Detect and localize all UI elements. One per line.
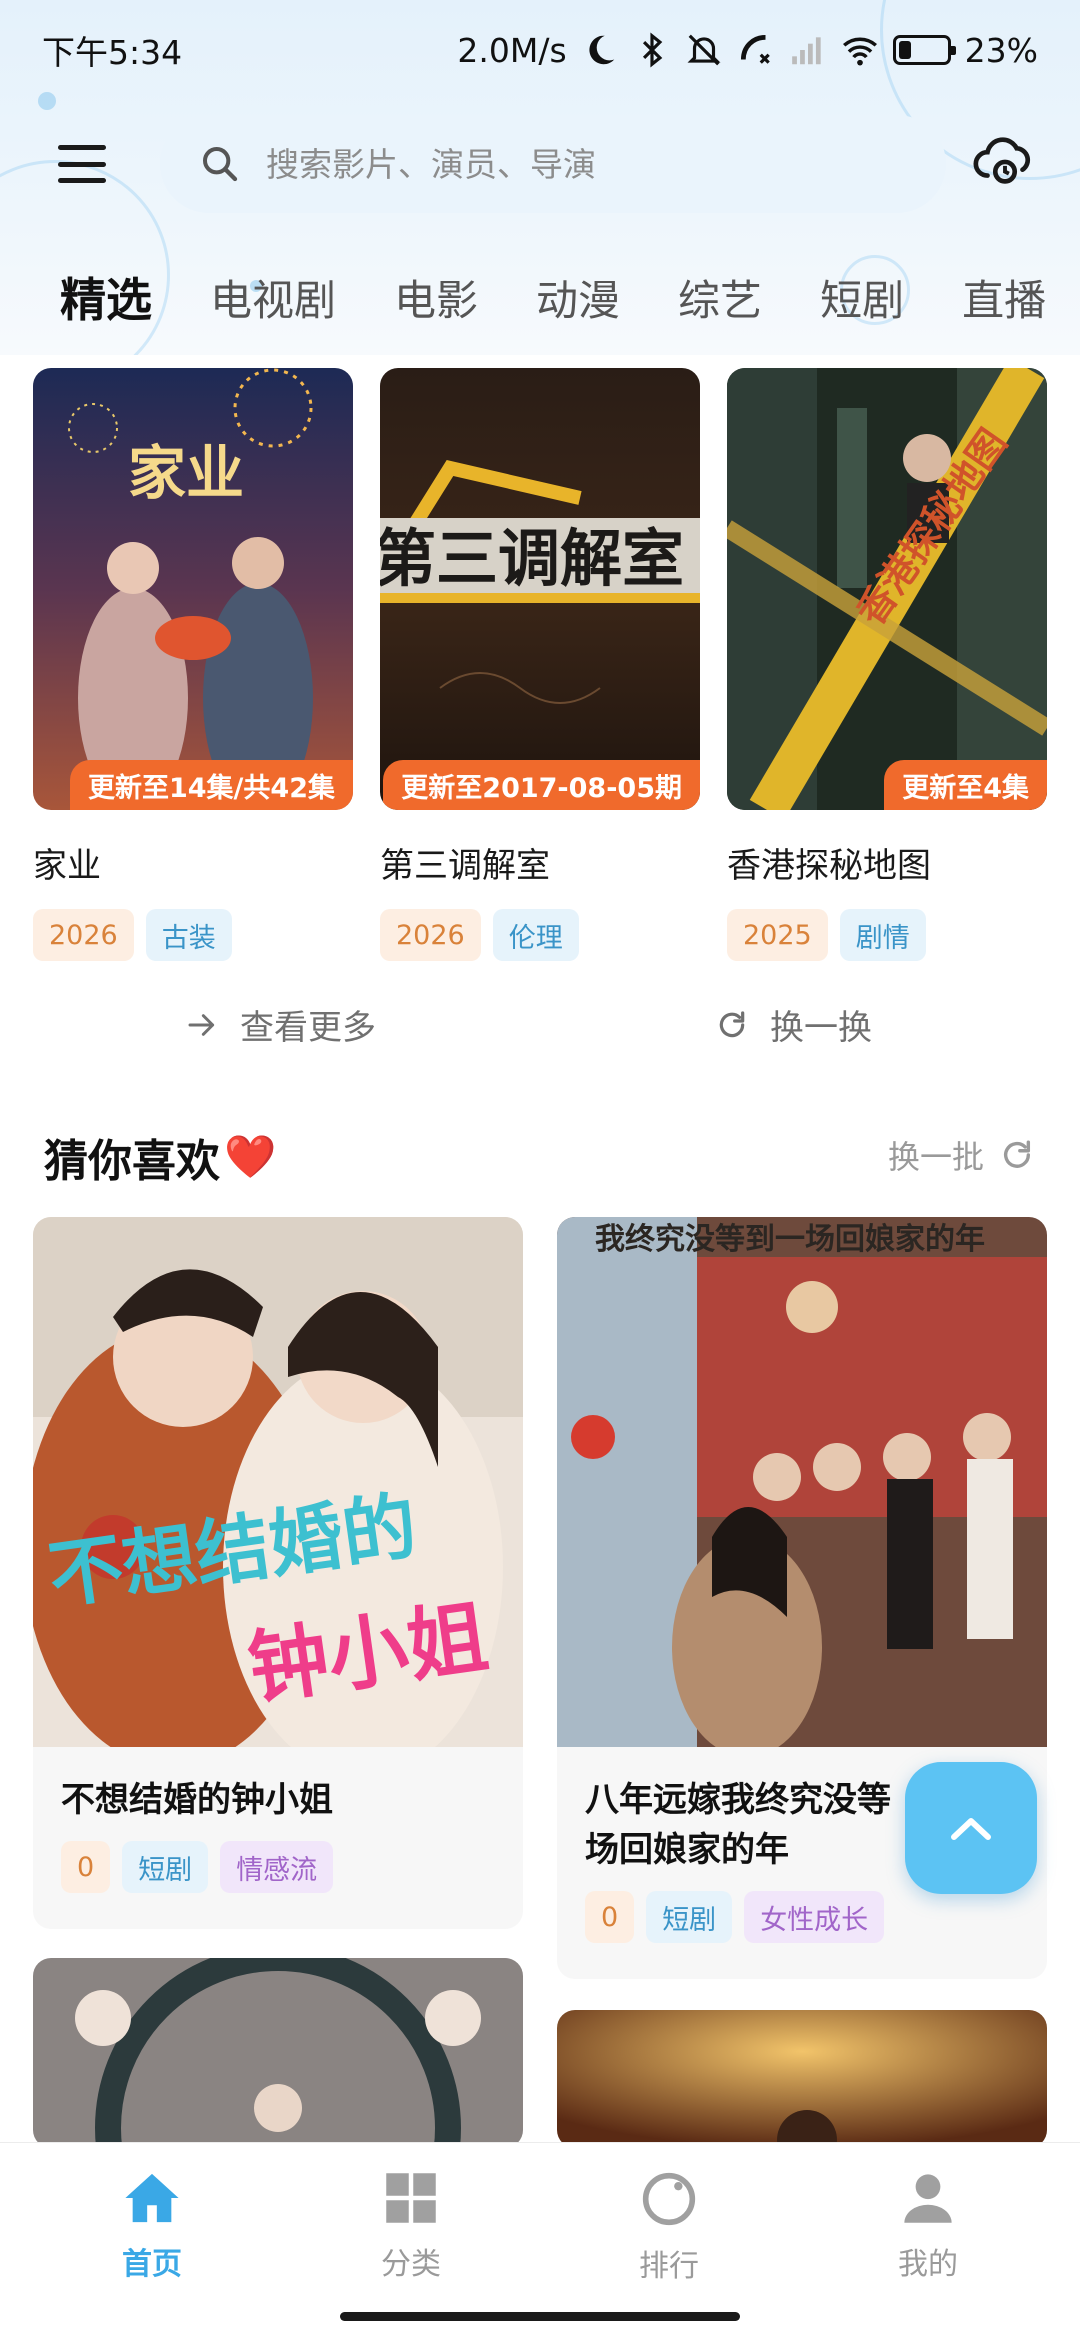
menu-bar	[58, 145, 106, 150]
battery-percent: 23%	[964, 30, 1038, 70]
poster-image[interactable]: 第三调解室 更新至2017-08-05期	[380, 368, 700, 810]
poster-art: 不想结婚的 钟小姐	[33, 1217, 523, 1747]
mute-bell-icon	[687, 34, 721, 66]
style-tag: 情感流	[220, 1841, 334, 1893]
poster-art	[557, 2010, 1047, 2148]
nav-profile[interactable]: 我的	[828, 2171, 1028, 2283]
chevron-up-icon	[951, 1818, 991, 1840]
poster-image[interactable]: 不想结婚的 钟小姐	[33, 1217, 523, 1747]
featured-title[interactable]: 家业	[33, 838, 353, 887]
profile-icon	[904, 2174, 952, 2223]
wifi-icon	[842, 37, 877, 66]
poster-art: 我终究没等到一场回娘家的年	[557, 1217, 1047, 1747]
call-off-icon	[740, 34, 770, 64]
back-to-top-button[interactable]	[905, 1762, 1037, 1894]
recommend-title[interactable]: 不想结婚的钟小姐	[61, 1775, 495, 1825]
score-tag: 0	[61, 1841, 111, 1893]
featured-title[interactable]: 香港探秘地图	[727, 838, 1047, 887]
featured-title[interactable]: 第三调解室	[380, 838, 700, 887]
nav-ranking[interactable]: 排行	[569, 2171, 769, 2285]
net-speed: 2.0M/s	[457, 30, 567, 70]
genre-tag: 伦理	[492, 909, 579, 961]
update-badge: 更新至14集/共42集	[69, 760, 353, 810]
search-input[interactable]	[266, 144, 826, 184]
style-tag: 女性成长	[744, 1891, 885, 1943]
category-tabs: 精选 电视剧 电影 动漫 综艺 短剧 直播	[60, 262, 1080, 332]
nav-home-label: 首页	[122, 2247, 182, 2282]
section-title-text: 猜你喜欢	[44, 1136, 220, 1187]
status-bar: 下午5:34 2.0M/s 23%	[0, 0, 1080, 100]
heart-icon: ❤️	[224, 1132, 277, 1181]
nav-home[interactable]: 首页	[52, 2171, 252, 2283]
poster-art	[33, 1958, 523, 2148]
genre-tag: 剧情	[839, 909, 926, 961]
view-more-button[interactable]: 查看更多	[186, 1000, 376, 1049]
poster-art: 家业	[33, 368, 353, 810]
year-tag: 2026	[33, 909, 134, 961]
tab-movies[interactable]: 电影	[394, 267, 478, 328]
bottom-nav: 首页 分类 排行 我的	[0, 2142, 1080, 2340]
update-badge: 更新至2017-08-05期	[383, 760, 700, 810]
genre-tag: 短剧	[646, 1891, 733, 1943]
tab-live[interactable]: 直播	[962, 267, 1046, 328]
nav-category[interactable]: 分类	[311, 2171, 511, 2283]
genre-tag: 短剧	[122, 1841, 209, 1893]
menu-bar	[58, 178, 106, 183]
score-tag: 0	[585, 1891, 635, 1943]
poster-image[interactable]: 我终究没等到一场回娘家的年	[557, 1217, 1047, 1747]
refresh-icon	[1003, 1140, 1031, 1168]
update-badge: 更新至4集	[884, 760, 1047, 810]
poster-image[interactable]: 香港探秘地图 更新至4集	[727, 368, 1047, 810]
refresh-icon	[719, 1010, 745, 1037]
moon-icon	[589, 35, 614, 65]
cloud-icon[interactable]	[970, 130, 1040, 190]
view-more-label: 查看更多	[240, 1008, 376, 1048]
tab-variety[interactable]: 综艺	[678, 267, 762, 328]
swap-button[interactable]: 换一换	[716, 1000, 872, 1049]
tab-short-drama[interactable]: 短剧	[820, 267, 904, 328]
swap-label: 换一换	[770, 1008, 872, 1048]
recommend-card[interactable]: 不想结婚的 钟小姐 不想结婚的钟小姐 0 短剧 情感流	[33, 1217, 523, 1929]
featured-card[interactable]: 第三调解室 更新至2017-08-05期 第三调解室 2026 伦理	[380, 368, 700, 961]
refresh-batch-button[interactable]: 换一批	[888, 1132, 1034, 1178]
grid-icon	[386, 2173, 436, 2223]
tab-tv-series[interactable]: 电视剧	[210, 267, 336, 328]
tab-anime[interactable]: 动漫	[536, 267, 620, 328]
featured-actions: 查看更多 换一换	[0, 1000, 1080, 1060]
home-icon	[125, 2173, 179, 2223]
nav-ranking-label: 排行	[639, 2249, 699, 2284]
bluetooth-icon	[642, 32, 662, 68]
menu-button[interactable]	[58, 145, 106, 183]
nav-profile-label: 我的	[898, 2247, 958, 2282]
poster-art: 第三调解室	[380, 368, 700, 810]
search-bar[interactable]	[160, 115, 946, 213]
svg-text:第三调解室: 第三调解室	[380, 522, 684, 595]
recommend-card[interactable]	[33, 1958, 523, 2148]
battery-level	[898, 41, 911, 59]
arrow-right-icon	[188, 1013, 215, 1036]
poster-art: 香港探秘地图	[727, 368, 1047, 810]
svg-text:家业: 家业	[128, 439, 244, 507]
recommend-card[interactable]	[557, 2010, 1047, 2148]
battery-icon	[892, 35, 956, 65]
featured-card[interactable]: 家业 更新至14集/共42集 家业 2026 古装	[33, 368, 353, 961]
ranking-icon	[642, 2172, 696, 2226]
status-time: 下午5:34	[42, 33, 183, 72]
featured-card[interactable]: 香港探秘地图 更新至4集 香港探秘地图 2025 剧情	[727, 368, 1047, 961]
tab-featured[interactable]: 精选	[60, 264, 152, 330]
year-tag: 2026	[380, 909, 481, 961]
year-tag: 2025	[727, 909, 828, 961]
refresh-batch-label: 换一批	[887, 1138, 984, 1176]
section-title: 猜你喜欢 ❤️	[44, 1125, 276, 1189]
poster-image[interactable]: 家业 更新至14集/共42集	[33, 368, 353, 810]
signal-icon	[791, 37, 821, 65]
home-indicator	[340, 2312, 740, 2321]
search-icon	[203, 147, 238, 182]
nav-category-label: 分类	[381, 2247, 441, 2282]
genre-tag: 古装	[145, 909, 232, 961]
svg-text:我终究没等到一场回娘家的年: 我终究没等到一场回娘家的年	[595, 1222, 985, 1257]
menu-bar	[58, 161, 106, 167]
